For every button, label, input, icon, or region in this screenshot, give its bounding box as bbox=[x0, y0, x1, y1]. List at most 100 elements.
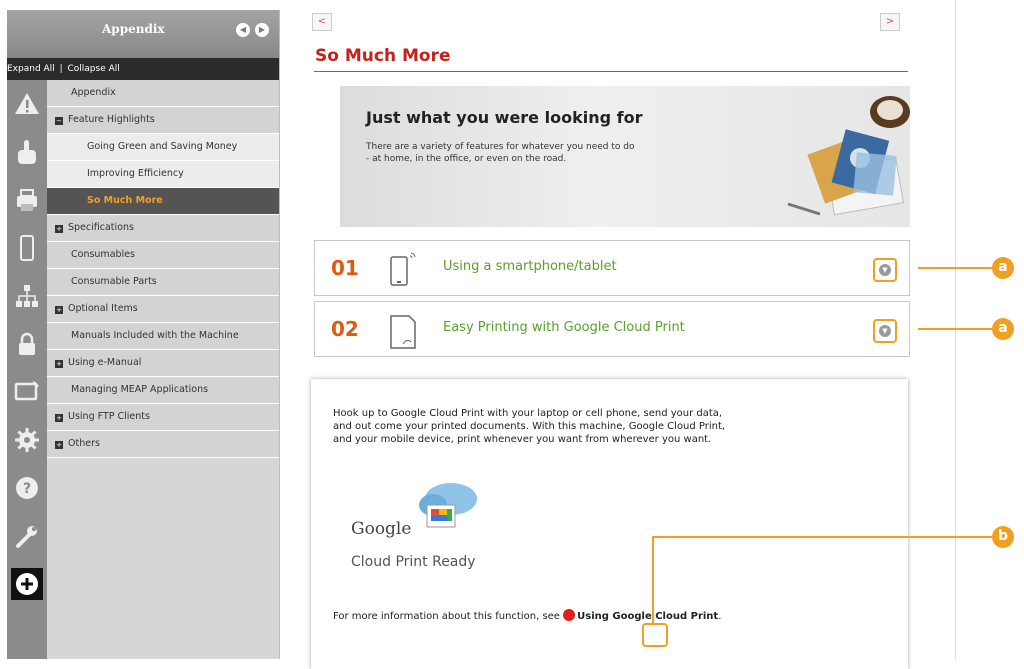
sidebar-item[interactable]: + Others bbox=[47, 431, 279, 458]
chevron-down-icon: ▼ bbox=[879, 325, 891, 337]
title-divider bbox=[314, 71, 908, 72]
cloud-printer-logo-icon bbox=[419, 483, 477, 528]
network-icon[interactable] bbox=[13, 282, 41, 310]
accordion-label: Easy Printing with Google Cloud Print bbox=[443, 320, 685, 335]
phone-icon[interactable] bbox=[13, 234, 41, 262]
chevron-down-icon: ▼ bbox=[879, 264, 891, 276]
cloud-print-icon bbox=[390, 315, 416, 349]
accordion-number: 02 bbox=[331, 317, 359, 341]
sidebar-item[interactable]: Going Green and Saving Money bbox=[47, 134, 279, 161]
callout-line bbox=[652, 536, 654, 624]
sidebar-item[interactable]: − Feature Highlights bbox=[47, 107, 279, 134]
sidebar-item[interactable]: Consumable Parts bbox=[47, 269, 279, 296]
cloud-print-ready-text: Cloud Print Ready bbox=[351, 554, 476, 570]
expand-icon[interactable]: + bbox=[55, 441, 63, 449]
collapse-all-link[interactable]: Collapse All bbox=[67, 64, 119, 74]
page-title: So Much More bbox=[315, 46, 451, 66]
sidebar-item[interactable]: Consumables bbox=[47, 242, 279, 269]
sidebar-item[interactable]: + Using FTP Clients bbox=[47, 404, 279, 431]
documents-illustration-icon bbox=[787, 96, 910, 216]
printer-icon[interactable] bbox=[13, 186, 41, 214]
sidebar-item[interactable]: So Much More bbox=[47, 188, 279, 215]
expand-icon[interactable]: + bbox=[55, 360, 63, 368]
collapse-icon[interactable]: − bbox=[55, 117, 63, 125]
sidebar-item-label: Using FTP Clients bbox=[68, 411, 150, 422]
detail-text-line: Hook up to Google Cloud Print with your … bbox=[333, 408, 723, 419]
more-info-prefix: For more information about this function… bbox=[333, 611, 560, 622]
sidebar-item-label: Feature Highlights bbox=[68, 114, 155, 125]
sidebar-item-label: Improving Efficiency bbox=[87, 168, 184, 179]
sidebar-item-label: Others bbox=[68, 438, 100, 449]
sidebar-item-label: Going Green and Saving Money bbox=[87, 141, 238, 152]
callout-a-badge: a bbox=[992, 257, 1014, 279]
sidebar-item-label: Using e-Manual bbox=[68, 357, 142, 368]
display-icon[interactable] bbox=[13, 378, 41, 406]
accordion-toggle-button[interactable]: ▼ bbox=[873, 319, 897, 343]
sidebar-item-label: So Much More bbox=[87, 195, 163, 206]
help-icon[interactable]: ? bbox=[13, 474, 41, 502]
sidebar-item[interactable]: + Optional Items bbox=[47, 296, 279, 323]
warning-icon[interactable] bbox=[13, 90, 41, 118]
toc-tree: Appendix − Feature Highlights Going Green a… bbox=[47, 80, 279, 458]
accordion-toggle-button[interactable]: ▼ bbox=[873, 258, 897, 282]
plus-icon[interactable] bbox=[11, 568, 43, 600]
detail-text: Hook up to Google Cloud Print with your … bbox=[333, 407, 893, 446]
google-logo-text: Google bbox=[351, 519, 412, 539]
accordion-google-cloud-print[interactable]: 02 Easy Printing with Google Cloud Print… bbox=[314, 301, 910, 357]
sidebar-item[interactable]: + Specifications bbox=[47, 215, 279, 242]
link-highlight-box bbox=[642, 623, 668, 647]
sidebar-item-label: Manuals Included with the Machine bbox=[71, 330, 239, 341]
expand-icon[interactable]: + bbox=[55, 225, 63, 233]
expand-icon[interactable]: + bbox=[55, 306, 63, 314]
callout-b-badge: b bbox=[992, 526, 1014, 548]
expand-collapse-bar: Expand All | Collapse All bbox=[7, 58, 279, 80]
gear-icon[interactable] bbox=[13, 426, 41, 454]
smartphone-icon bbox=[390, 252, 416, 286]
banner-text-line: There are a variety of features for what… bbox=[366, 142, 635, 152]
sidebar-item-label: Consumables bbox=[71, 249, 135, 260]
more-info-text: For more information about this function… bbox=[333, 609, 721, 622]
sidebar-item[interactable]: Appendix bbox=[47, 80, 279, 107]
expand-icon[interactable]: + bbox=[55, 414, 63, 422]
sidebar-item-label: Specifications bbox=[68, 222, 134, 233]
more-info-suffix: . bbox=[718, 611, 722, 622]
prev-chapter-button[interactable]: ◀ bbox=[236, 23, 250, 37]
next-chapter-button[interactable]: ▶ bbox=[255, 23, 269, 37]
sidebar-item[interactable]: Improving Efficiency bbox=[47, 161, 279, 188]
sidebar-item[interactable]: Manuals Included with the Machine bbox=[47, 323, 279, 350]
detail-text-line: and your mobile device, print whenever y… bbox=[333, 434, 712, 445]
sidebar-item[interactable]: + Using e-Manual bbox=[47, 350, 279, 377]
sidebar: Appendix ◀ ▶ Expand All | Collapse All ?… bbox=[7, 10, 280, 659]
lock-icon[interactable] bbox=[13, 330, 41, 358]
accordion-label: Using a smartphone/tablet bbox=[443, 259, 617, 274]
google-cloud-print-link[interactable]: Using Google Cloud Print bbox=[577, 611, 718, 622]
sidebar-item-label: Optional Items bbox=[68, 303, 138, 314]
sidebar-item-label: Managing MEAP Applications bbox=[71, 384, 209, 395]
sidebar-item-label: Consumable Parts bbox=[71, 276, 157, 287]
accordion-smartphone[interactable]: 01 Using a smartphone/tablet ▼ bbox=[314, 240, 910, 296]
svg-text:?: ? bbox=[23, 481, 31, 497]
next-page-button[interactable]: > bbox=[880, 13, 900, 31]
hero-banner: Just what you were looking for There are… bbox=[340, 86, 910, 227]
main-content: < > So Much More Just what you were look… bbox=[300, 0, 956, 669]
detail-text-line: and out come your printed documents. Wit… bbox=[333, 421, 726, 432]
callout-line bbox=[918, 267, 994, 269]
callout-a-badge: a bbox=[992, 318, 1014, 340]
accordion-number: 01 bbox=[331, 256, 359, 280]
icon-rail: ? bbox=[7, 80, 47, 659]
banner-text-line: - at home, in the office, or even on the… bbox=[366, 154, 567, 164]
expand-all-link[interactable]: Expand All bbox=[7, 64, 55, 74]
previous-page-button[interactable]: < bbox=[312, 13, 332, 31]
callout-line bbox=[652, 536, 992, 538]
wrench-icon[interactable] bbox=[13, 522, 41, 550]
sidebar-title: Appendix bbox=[102, 22, 165, 36]
detail-panel: Hook up to Google Cloud Print with your … bbox=[311, 379, 908, 669]
hand-icon[interactable] bbox=[13, 138, 41, 166]
expand-collapse-separator: | bbox=[59, 64, 63, 74]
banner-text: There are a variety of features for what… bbox=[366, 141, 726, 165]
sidebar-item-label: Appendix bbox=[71, 87, 116, 98]
sidebar-item[interactable]: Managing MEAP Applications bbox=[47, 377, 279, 404]
callout-line bbox=[918, 328, 994, 330]
sidebar-header: Appendix ◀ ▶ bbox=[7, 10, 279, 58]
link-arrow-icon[interactable] bbox=[563, 609, 576, 621]
